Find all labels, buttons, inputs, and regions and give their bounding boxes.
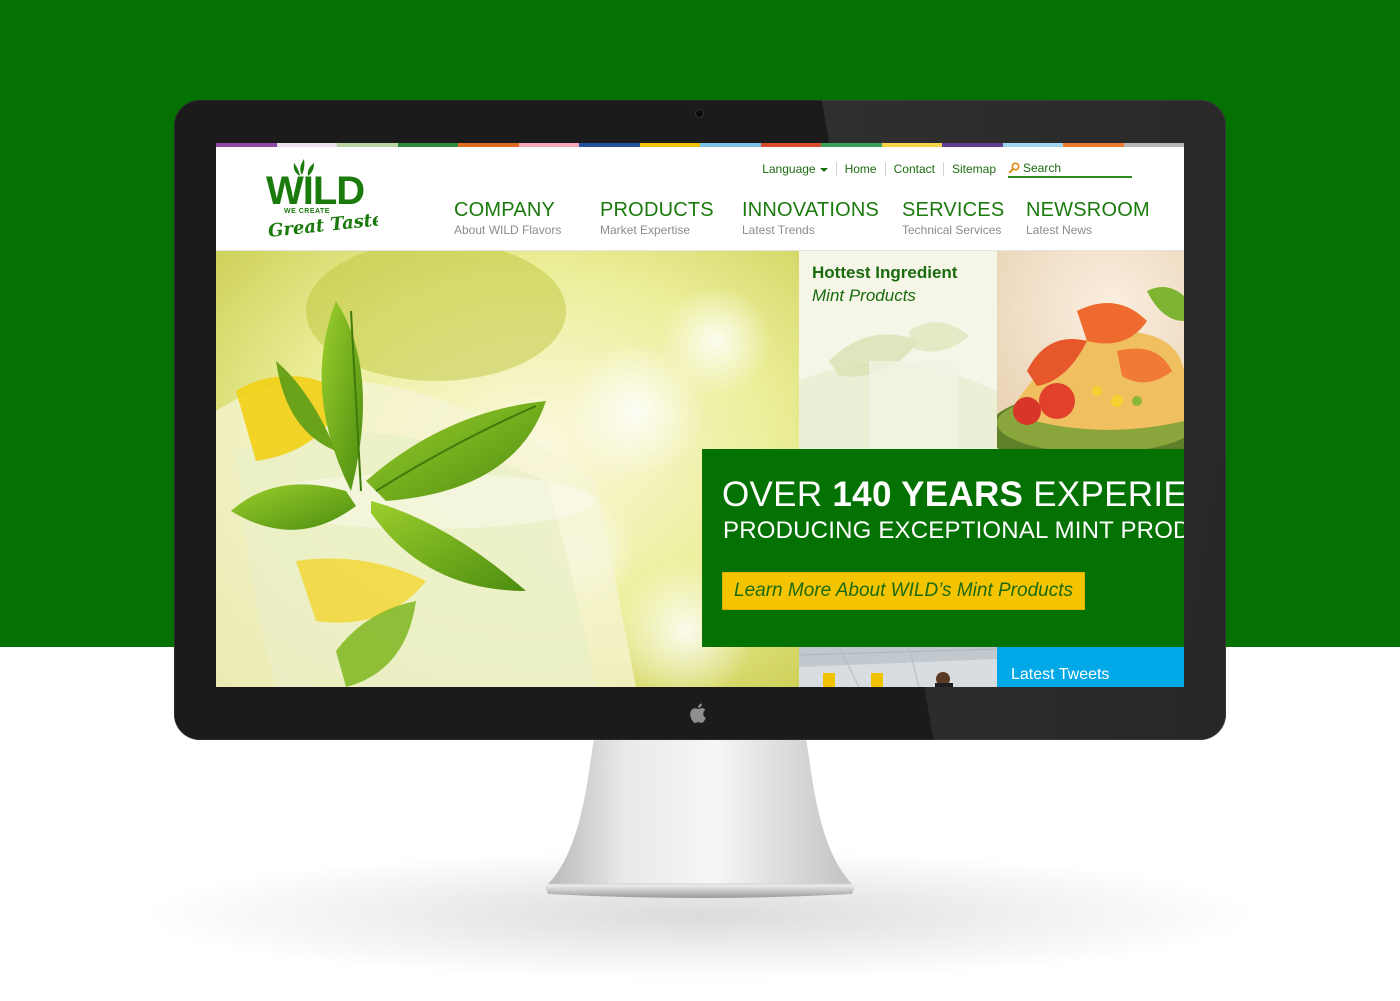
color-strip	[216, 143, 1184, 147]
latest-tweets-panel[interactable]: Latest Tweets	[997, 647, 1184, 687]
color-strip-segment	[760, 143, 821, 147]
search-box	[1008, 160, 1132, 178]
utility-nav: Language Home Contact Sitemap	[754, 159, 1132, 179]
color-strip-segment	[881, 143, 942, 147]
screen: WILD WE CREATE Great Taste Language Home…	[216, 143, 1184, 687]
color-strip-segment	[700, 143, 761, 147]
nav-title: PRODUCTS	[600, 199, 714, 221]
camera-icon	[696, 110, 703, 117]
promo-subheadline: PRODUCING EXCEPTIONAL MINT PRODUCTS	[723, 517, 1184, 544]
learn-more-label: Learn More About WILD’s Mint Products	[734, 580, 1073, 601]
language-selector[interactable]: Language	[754, 162, 835, 176]
color-strip-segment	[397, 143, 458, 147]
color-strip-segment	[1063, 143, 1124, 147]
sitemap-link[interactable]: Sitemap	[942, 162, 1004, 176]
search-icon	[1008, 162, 1020, 174]
color-strip-segment	[639, 143, 700, 147]
nav-title: SERVICES	[902, 199, 1005, 221]
home-link[interactable]: Home	[835, 162, 885, 176]
shrimp-salad-image[interactable]	[997, 251, 1184, 449]
color-strip-segment	[216, 143, 277, 147]
contact-link[interactable]: Contact	[884, 162, 943, 176]
svg-text:WE CREATE: WE CREATE	[284, 208, 330, 215]
hottest-subtitle: Mint Products	[812, 286, 916, 305]
apple-logo-icon	[690, 703, 706, 723]
color-strip-segment	[458, 143, 519, 147]
hottest-title: Hottest Ingredient	[812, 263, 958, 282]
nav-title: COMPANY	[454, 199, 556, 221]
nav-title: NEWSROOM	[1026, 199, 1150, 221]
nav-title: INNOVATIONS	[742, 199, 880, 221]
wild-logo[interactable]: WILD WE CREATE Great Taste	[266, 157, 378, 239]
color-strip-segment	[821, 143, 882, 147]
color-strip-segment	[337, 143, 398, 147]
color-strip-segment	[1002, 143, 1063, 147]
promo-panel: OVER 140 YEARS EXPERIENCE PRODUCING EXCE…	[702, 449, 1184, 647]
monitor-stand	[544, 738, 856, 898]
color-strip-segment	[1123, 143, 1184, 147]
hottest-ingredient-tile[interactable]: Hottest Ingredient Mint Products	[799, 251, 997, 449]
nav-subtitle: Market Expertise	[600, 223, 691, 237]
nav-company[interactable]: COMPANY About WILD Flavors	[454, 199, 561, 238]
nav-innovations[interactable]: INNOVATIONS Latest Trends	[742, 199, 879, 238]
greenhouse-image[interactable]	[799, 647, 997, 687]
promo-headline: OVER 140 YEARS EXPERIENCE	[722, 475, 1184, 514]
color-strip-segment	[276, 143, 337, 147]
nav-products[interactable]: PRODUCTS Market Expertise	[600, 199, 714, 238]
search-input[interactable]	[1023, 161, 1123, 175]
nav-services[interactable]: SERVICES Technical Services	[902, 199, 1004, 238]
nav-newsroom[interactable]: NEWSROOM Latest News	[1026, 199, 1150, 238]
nav-subtitle: About WILD Flavors	[454, 223, 562, 237]
nav-subtitle: Latest Trends	[742, 223, 815, 237]
svg-text:WILD: WILD	[266, 169, 364, 213]
monitor-bezel: WILD WE CREATE Great Taste Language Home…	[174, 100, 1226, 740]
learn-more-button[interactable]: Learn More About WILD’s Mint Products	[722, 572, 1085, 610]
color-strip-segment	[518, 143, 579, 147]
color-strip-segment	[942, 143, 1003, 147]
latest-tweets-title: Latest Tweets	[1011, 666, 1110, 683]
nav-subtitle: Latest News	[1026, 223, 1093, 237]
nav-subtitle: Technical Services	[902, 223, 1002, 237]
color-strip-segment	[579, 143, 640, 147]
caret-down-icon	[819, 167, 828, 172]
